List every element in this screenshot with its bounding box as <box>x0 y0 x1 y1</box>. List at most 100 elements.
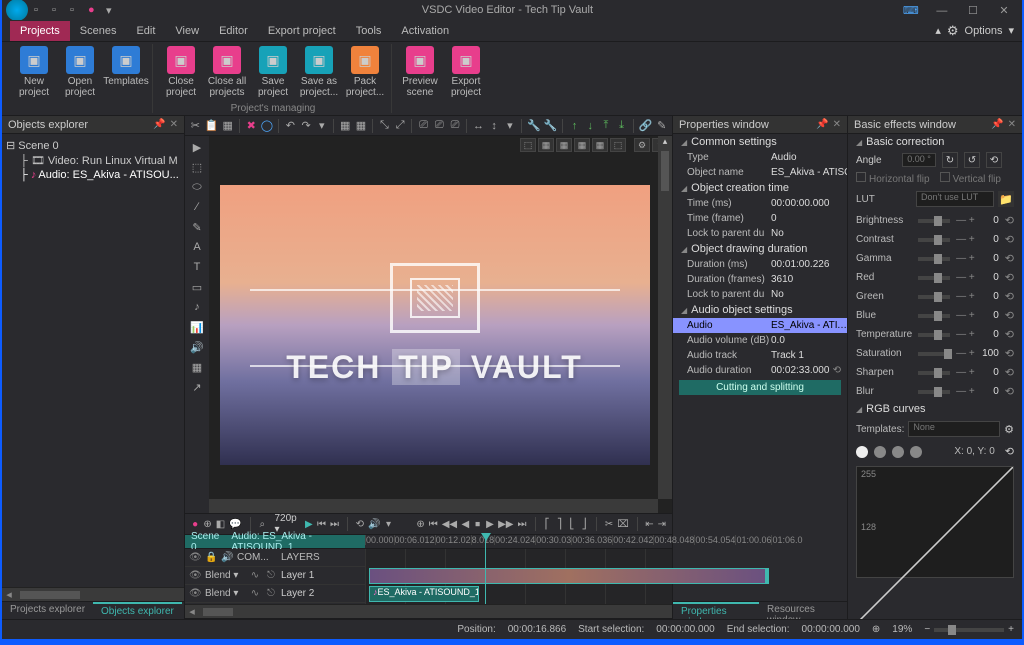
prop-row[interactable]: Duration (frames)3610 <box>673 272 847 287</box>
hflip-checkbox[interactable]: Horizontal flip <box>856 172 930 185</box>
reset-icon[interactable]: ⟲ <box>833 365 841 376</box>
transport-btn[interactable]: ⌧ <box>617 516 629 532</box>
slider-track[interactable] <box>918 257 950 261</box>
section-basic-correction[interactable]: Basic correction <box>848 134 1022 150</box>
minimize-button[interactable]: — <box>928 5 956 17</box>
tab-scenes[interactable]: Scenes <box>70 21 127 41</box>
transport-btn[interactable]: ⏮ <box>429 516 438 532</box>
prop-row[interactable]: Duration (ms)00:01:00.226 <box>673 257 847 272</box>
vtool[interactable]: ⬭ <box>185 178 209 196</box>
templates-select[interactable]: None <box>908 421 1000 437</box>
curve-reset-icon[interactable]: ⟲ <box>1005 445 1014 458</box>
vtool[interactable]: 🔊 <box>185 338 209 356</box>
new-project-button[interactable]: ▣New project <box>12 44 56 113</box>
tab-properties[interactable]: Properties window <box>673 602 759 619</box>
tab-activation[interactable]: Activation <box>391 21 459 41</box>
toolbar-btn[interactable]: ▾ <box>315 118 328 134</box>
toolbar-btn[interactable]: 🔧 <box>544 118 558 134</box>
toolbar-btn[interactable]: ✂ <box>189 118 202 134</box>
toolbar-btn[interactable]: ⤓ <box>615 118 628 134</box>
close-panel-icon[interactable]: ✕ <box>170 119 178 130</box>
maximize-button[interactable]: ☐ <box>959 4 987 17</box>
wave-icon[interactable]: ∿ <box>249 588 261 599</box>
vtool[interactable]: ▭ <box>185 278 209 296</box>
preview-viewport[interactable]: ⬚▦▦▦▦⬚⚙▾ TECH TIP VAULT ▴ <box>209 136 672 513</box>
keyboard-icon[interactable]: ⌨ <box>897 4 925 17</box>
tab-export[interactable]: Export project <box>258 21 346 41</box>
tab-editor[interactable]: Editor <box>209 21 258 41</box>
vtool[interactable]: ⬚ <box>185 158 209 176</box>
transport-btn[interactable]: ⊕ <box>416 516 424 532</box>
prop-row[interactable]: Lock to parent duNo <box>673 226 847 241</box>
prop-row[interactable]: Time (ms)00:00:00.000 <box>673 196 847 211</box>
horizontal-scrollbar[interactable]: ◂ <box>2 587 184 601</box>
slider-track[interactable] <box>918 314 950 318</box>
preview-v-scrollbar[interactable]: ▴ <box>658 136 672 499</box>
transport-btn[interactable]: ◀ <box>461 516 469 532</box>
close-button[interactable]: ✕ <box>990 4 1018 17</box>
gear-icon[interactable]: ⚙ <box>947 23 959 39</box>
toolbar-btn[interactable]: ◯ <box>261 118 274 134</box>
slider-track[interactable] <box>918 295 950 299</box>
vtool[interactable]: ✎ <box>185 218 209 236</box>
toolbar-btn[interactable]: ▾ <box>503 118 516 134</box>
transport-btn[interactable]: ⎦ <box>580 516 588 532</box>
templates-settings-icon[interactable]: ⚙ <box>1004 423 1014 436</box>
reset-icon[interactable]: ⟲ <box>1005 271 1014 284</box>
collapse-ribbon-icon[interactable]: ▴ <box>935 24 941 37</box>
eye-icon[interactable]: 👁 <box>189 552 201 563</box>
preview-h-scrollbar[interactable] <box>209 499 658 513</box>
prop-row[interactable]: Audio trackTrack 1 <box>673 348 847 363</box>
toolbar-btn[interactable]: 🔧 <box>527 118 541 134</box>
prop-row[interactable]: TypeAudio <box>673 150 847 165</box>
toolbar-btn[interactable]: ⤒ <box>600 118 613 134</box>
timeline-layer-row[interactable]: 👁Blend ▾∿⎋Layer 1 <box>185 567 365 585</box>
toolbar-btn[interactable]: ⤡ <box>378 118 391 134</box>
vtool[interactable]: A <box>185 238 209 256</box>
lut-browse-icon[interactable]: 📁 <box>998 191 1014 207</box>
prop-row[interactable]: Object nameES_Akiva - ATISOUND_ <box>673 165 847 180</box>
pin-icon[interactable]: 📌 <box>816 119 828 130</box>
prop-row[interactable]: Audio volume (dB)0.0 <box>673 333 847 348</box>
preview-tool[interactable]: ▦ <box>574 138 590 152</box>
playhead[interactable] <box>485 535 486 604</box>
toolbar-btn[interactable]: ↔ <box>472 118 485 134</box>
tab-edit[interactable]: Edit <box>126 21 165 41</box>
transport-btn[interactable]: ⇤ <box>645 516 653 532</box>
open-project-button[interactable]: ▣Open project <box>58 44 102 113</box>
curve-channel-b[interactable] <box>910 446 922 458</box>
transport-btn[interactable]: ▶ <box>486 516 494 532</box>
pin-icon[interactable]: 📌 <box>991 119 1003 130</box>
prop-section[interactable]: Object drawing duration <box>673 241 847 257</box>
tab-tools[interactable]: Tools <box>346 21 392 41</box>
slider-track[interactable] <box>918 333 950 337</box>
options-chevron-icon[interactable]: ▾ <box>1008 24 1014 37</box>
tab-projects[interactable]: Projects <box>10 21 70 41</box>
templates-button[interactable]: ▣Templates <box>104 44 148 113</box>
reset-icon[interactable]: ⟲ <box>1005 233 1014 246</box>
prop-section[interactable]: Object creation time <box>673 180 847 196</box>
transport-btn[interactable]: ⏭ <box>518 516 527 532</box>
rgb-curves-graph[interactable]: 255 128 <box>856 466 1014 578</box>
prop-row[interactable]: Lock to parent duNo <box>673 287 847 302</box>
reset-icon[interactable]: ⟲ <box>1005 366 1014 379</box>
toolbar-btn[interactable]: ⎚ <box>417 118 430 134</box>
tab-objects-explorer[interactable]: Objects explorer <box>93 602 182 619</box>
preview-tool[interactable]: ⬚ <box>610 138 626 152</box>
fit-icon[interactable]: ⊕ <box>872 624 880 635</box>
fx-icon[interactable]: ⎋ <box>265 588 277 599</box>
reset-icon[interactable]: ⟲ <box>1005 385 1014 398</box>
reset-icon[interactable]: ⟲ <box>1005 252 1014 265</box>
slider-track[interactable] <box>918 352 950 356</box>
tree-node[interactable]: ├ ♪Audio: ES_Akiva - ATISOU... <box>20 168 180 182</box>
slider-track[interactable] <box>918 390 950 394</box>
slider-track[interactable] <box>918 219 950 223</box>
reset-icon[interactable]: ⟲ <box>1005 309 1014 322</box>
close-icon[interactable]: ✕ <box>833 119 841 130</box>
curve-channel-r[interactable] <box>874 446 886 458</box>
zoom-slider[interactable] <box>934 628 1004 632</box>
timeline-header-left[interactable]: Scene 0 Audio: ES_Akiva - ATISOUND_1 <box>185 535 365 548</box>
playbar-btn[interactable]: 🔊 <box>368 516 380 532</box>
vtool[interactable]: ♪ <box>185 298 209 316</box>
preview-tool[interactable]: ▦ <box>538 138 554 152</box>
